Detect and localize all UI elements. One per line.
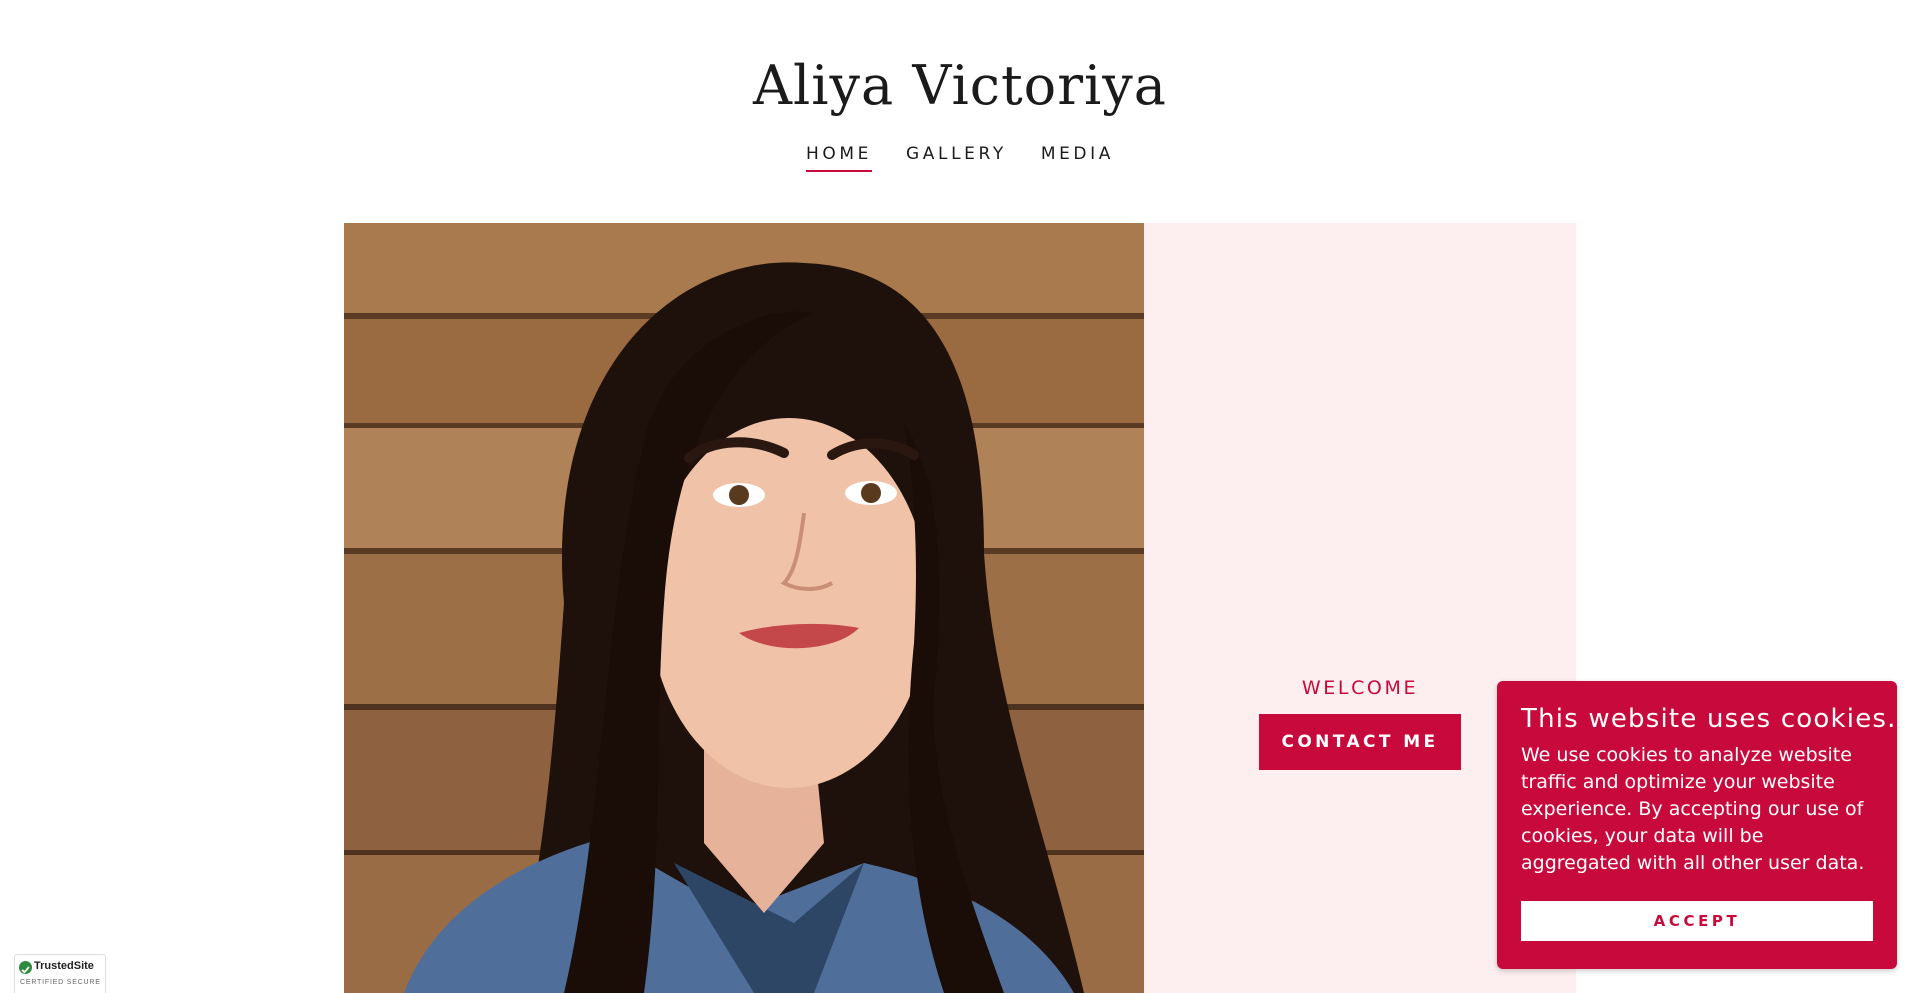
site-title[interactable]: Aliya Victoriya bbox=[0, 54, 1920, 118]
trustedsite-name: TrustedSite bbox=[34, 960, 94, 972]
portrait-illustration bbox=[344, 223, 1144, 993]
cookie-title: This website uses cookies. bbox=[1521, 704, 1897, 734]
trustedsite-badge[interactable]: TrustedSite CERTIFIED SECURE bbox=[14, 954, 106, 993]
hero-photo bbox=[344, 223, 1144, 993]
nav-item-gallery[interactable]: GALLERY bbox=[906, 144, 1007, 172]
accept-button[interactable]: ACCEPT bbox=[1521, 901, 1873, 941]
trustedsite-subtitle: CERTIFIED SECURE bbox=[20, 979, 101, 986]
page: Aliya Victoriya HOME GALLERY MEDIA WELCO… bbox=[0, 0, 1920, 993]
main-nav: HOME GALLERY MEDIA bbox=[0, 144, 1920, 172]
contact-me-button[interactable]: CONTACT ME bbox=[1259, 714, 1461, 770]
cookie-banner: This website uses cookies. We use cookie… bbox=[1497, 681, 1897, 969]
cookie-text: We use cookies to analyze website traffi… bbox=[1521, 744, 1865, 874]
hero-section: WELCOME CONTACT ME bbox=[344, 223, 1576, 993]
nav-item-media[interactable]: MEDIA bbox=[1041, 144, 1114, 172]
nav-item-home[interactable]: HOME bbox=[806, 144, 873, 172]
checkmark-icon bbox=[19, 961, 32, 974]
